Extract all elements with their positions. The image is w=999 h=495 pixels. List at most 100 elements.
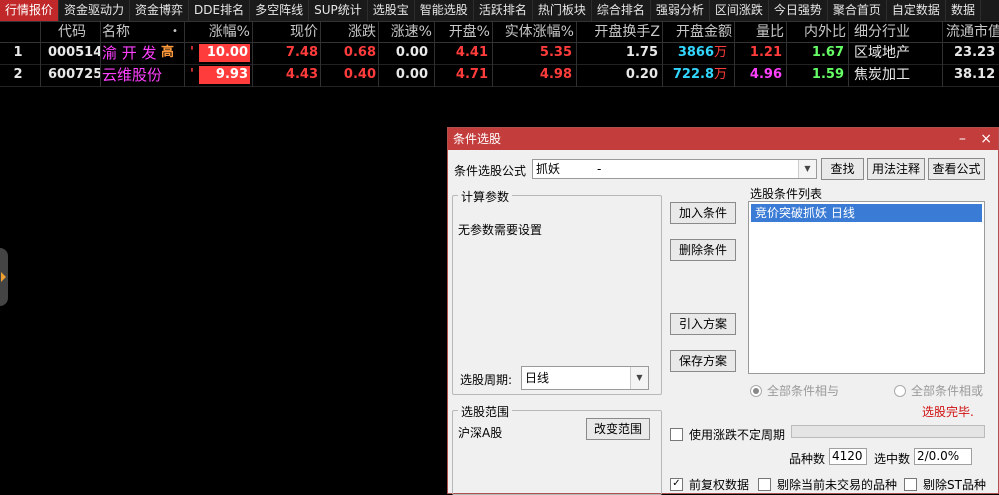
column-divider — [378, 22, 379, 87]
chevron-down-icon[interactable]: ▼ — [630, 367, 648, 389]
formula-select[interactable]: 抓妖 - ▼ — [532, 159, 817, 179]
close-icon[interactable]: × — [980, 131, 992, 147]
col-floatcap-header[interactable]: 流通市值 — [946, 22, 999, 42]
float-cap-cell: 23.23 — [954, 45, 996, 60]
column-divider — [576, 22, 577, 87]
table-row[interactable]: 1 000514 渝 开 发 高 ' 10.00 7.48 0.68 0.00 … — [0, 43, 999, 65]
period-select[interactable]: 日线 ▼ — [521, 366, 649, 390]
range-group-label: 选股范围 — [458, 403, 513, 420]
col-price-header[interactable]: 现价 — [252, 22, 318, 42]
tab-item[interactable]: 智能选股 — [415, 0, 474, 21]
delete-condition-button[interactable]: 删除条件 — [670, 239, 736, 261]
side-panel-toggle[interactable] — [0, 248, 8, 306]
checkbox-icon — [904, 478, 917, 491]
tab-item[interactable]: 行情报价 — [0, 0, 60, 21]
column-divider — [848, 22, 849, 87]
tab-item[interactable]: 多空阵线 — [250, 0, 310, 21]
tab-item[interactable]: 活跃排名 — [474, 0, 533, 21]
find-button[interactable]: 查找 — [821, 158, 864, 180]
condition-list[interactable]: 竞价突破抓妖 日线 — [748, 201, 985, 374]
table-header: 代码 名称 • 涨幅% 现价 涨跌 涨速% 开盘% 实体涨幅% 开盘换手Z 开盘… — [0, 22, 999, 43]
check-icon: ✓ — [670, 478, 683, 491]
price-cell: 7.48 — [285, 45, 318, 60]
stock-code: 600725 — [48, 67, 100, 82]
tab-item[interactable]: 强弱分析 — [651, 0, 710, 21]
chevron-down-icon[interactable]: ▼ — [798, 160, 816, 178]
dialog-title-bar[interactable]: 条件选股 — [448, 128, 998, 150]
tab-item[interactable]: DDE排名 — [189, 0, 251, 21]
col-openturn-header[interactable]: 开盘换手Z — [576, 22, 660, 42]
column-divider — [662, 22, 663, 87]
exclude-st-label: 剔除ST品种 — [923, 478, 986, 492]
open-pct-cell: 4.71 — [455, 67, 488, 82]
tab-item[interactable]: 自定数据 — [887, 0, 946, 21]
radio-all-or[interactable]: 全部条件相或 — [894, 382, 983, 399]
col-name-header[interactable]: 名称 — [102, 22, 172, 42]
col-volratio-header[interactable]: 量比 — [734, 22, 784, 42]
checkbox-icon — [670, 428, 683, 441]
exclude-untraded-checkbox[interactable]: 剔除当前未交易的品种 — [758, 476, 897, 493]
radio-icon — [750, 384, 762, 397]
selected-label: 选中数 — [874, 452, 911, 466]
tab-item[interactable]: 今日强势 — [769, 0, 828, 21]
col-chg-header[interactable]: 涨幅% — [186, 22, 250, 42]
tab-item[interactable]: 数据 — [946, 0, 981, 21]
change-cell: 0.40 — [343, 67, 376, 82]
save-scheme-button[interactable]: 保存方案 — [670, 350, 736, 372]
col-speed-header[interactable]: 涨速% — [378, 22, 432, 42]
col-body-header[interactable]: 实体涨幅% — [492, 22, 574, 42]
usage-notes-button[interactable]: 用法注释 — [867, 158, 925, 180]
col-dot-header: • — [172, 26, 178, 37]
column-divider — [252, 22, 253, 87]
range-value: 沪深A股 — [458, 426, 503, 440]
col-industry-header[interactable]: 细分行业 — [854, 22, 940, 42]
prev-adjust-checkbox[interactable]: ✓ 前复权数据 — [670, 476, 749, 493]
tab-item[interactable]: 综合排名 — [592, 0, 651, 21]
chg-pct-cell: 9.93 — [199, 66, 250, 84]
tab-item[interactable]: 热门板块 — [533, 0, 592, 21]
column-divider — [434, 22, 435, 87]
change-range-button[interactable]: 改变范围 — [586, 418, 650, 440]
stock-code: 000514 — [48, 45, 100, 60]
col-open-header[interactable]: 开盘% — [434, 22, 490, 42]
float-cap-cell: 38.12 — [954, 67, 996, 82]
open-pct-cell: 4.41 — [455, 45, 488, 60]
radio-and-label: 全部条件相与 — [767, 384, 840, 398]
list-item[interactable]: 竞价突破抓妖 日线 — [751, 204, 982, 222]
count-label: 品种数 — [789, 452, 826, 466]
open-amt-unit: 万 — [714, 45, 728, 60]
add-condition-button[interactable]: 加入条件 — [670, 202, 736, 224]
col-code-header[interactable]: 代码 — [48, 22, 96, 42]
import-scheme-button[interactable]: 引入方案 — [670, 313, 736, 335]
radio-icon — [894, 384, 906, 397]
price-cell: 4.43 — [285, 67, 318, 82]
row-index: 2 — [13, 67, 23, 82]
stock-tag: 高 — [161, 45, 175, 60]
tab-item[interactable]: 聚合首页 — [828, 0, 887, 21]
column-divider — [942, 22, 943, 87]
col-change-header[interactable]: 涨跌 — [320, 22, 376, 42]
col-ioratio-header[interactable]: 内外比 — [786, 22, 846, 42]
condition-select-dialog: 条件选股 – × 条件选股公式 抓妖 - ▼ 查找 用法注释 查看公式 计算参数… — [447, 127, 999, 495]
minimize-icon[interactable]: – — [959, 131, 966, 147]
tab-item[interactable]: 资金博弈 — [130, 0, 190, 21]
exclude-st-checkbox[interactable]: 剔除ST品种 — [904, 476, 986, 493]
tab-item[interactable]: 区间涨跌 — [710, 0, 769, 21]
column-divider — [100, 22, 101, 87]
tab-item[interactable]: 资金驱动力 — [59, 0, 131, 21]
view-formula-button[interactable]: 查看公式 — [928, 158, 985, 180]
dialog-controls: – × — [949, 128, 992, 150]
use-uncertain-period-checkbox[interactable]: 使用涨跌不定周期 — [670, 426, 785, 443]
io-ratio-cell: 1.67 — [811, 45, 844, 60]
column-divider — [40, 22, 41, 87]
radio-all-and[interactable]: 全部条件相与 — [750, 382, 839, 399]
change-cell: 0.68 — [343, 45, 376, 60]
radio-or-label: 全部条件相或 — [911, 384, 984, 398]
column-divider — [184, 22, 185, 87]
table-row[interactable]: 2 600725 云维股份 ' 9.93 4.43 0.40 0.00 4.71… — [0, 65, 999, 87]
tab-item[interactable]: SUP统计 — [309, 0, 368, 21]
stock-name: 云维股份 — [102, 66, 163, 84]
row-index: 1 — [13, 45, 23, 60]
col-openamt-header[interactable]: 开盘金额 — [662, 22, 732, 42]
tab-item[interactable]: 选股宝 — [368, 0, 415, 21]
